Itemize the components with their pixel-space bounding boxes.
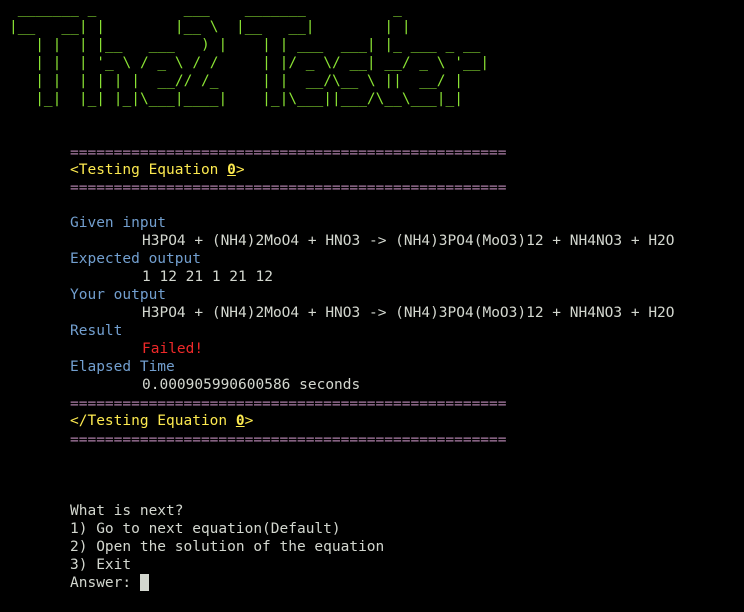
- separator-rule: ========================================…: [70, 145, 507, 161]
- given-input-label: Given input: [70, 215, 167, 231]
- elapsed-time-value: 0.000905990600586 seconds: [142, 377, 361, 393]
- separator-rule: ========================================…: [70, 396, 507, 412]
- answer-prompt[interactable]: Answer:: [70, 574, 149, 592]
- close-tag-suffix: >: [244, 413, 254, 429]
- answer-label: Answer:: [70, 575, 140, 591]
- terminal-window[interactable]: _______ _ ___ _______ _ |__ __| | |__ \ …: [0, 0, 744, 612]
- equation-number: 0: [227, 162, 236, 178]
- menu-option-exit[interactable]: 3) Exit: [70, 556, 131, 574]
- expected-output-label: Expected output: [70, 251, 201, 267]
- elapsed-time-label: Elapsed Time: [70, 359, 175, 375]
- close-tag-prefix: </Testing Equation: [70, 413, 236, 429]
- given-input-value: H3PO4 + (NH4)2MoO4 + HNO3 -> (NH4)3PO4(M…: [142, 233, 675, 249]
- your-output-value: H3PO4 + (NH4)2MoO4 + HNO3 -> (NH4)3PO4(M…: [142, 305, 675, 321]
- close-testing-tag: </Testing Equation 0>: [70, 412, 253, 430]
- open-tag-prefix: <Testing Equation: [70, 162, 228, 178]
- equation-number: 0: [235, 413, 245, 429]
- separator-rule: ========================================…: [70, 180, 507, 196]
- open-tag-suffix: >: [235, 162, 245, 178]
- open-testing-tag: <Testing Equation 0>: [70, 161, 245, 179]
- menu-question: What is next?: [70, 503, 184, 519]
- separator-rule: ========================================…: [70, 432, 507, 448]
- ascii-banner: _______ _ ___ _______ _ |__ __| | |__ \ …: [9, 1, 490, 107]
- your-output-label: Your output: [70, 287, 167, 303]
- cursor-block[interactable]: [139, 574, 149, 591]
- expected-output-value: 1 12 21 1 21 12: [142, 269, 273, 285]
- result-status: Failed!: [142, 341, 204, 357]
- result-label: Result: [70, 323, 123, 339]
- menu-option-solution[interactable]: 2) Open the solution of the equation: [70, 538, 384, 556]
- menu-option-next[interactable]: 1) Go to next equation(Default): [70, 520, 341, 538]
